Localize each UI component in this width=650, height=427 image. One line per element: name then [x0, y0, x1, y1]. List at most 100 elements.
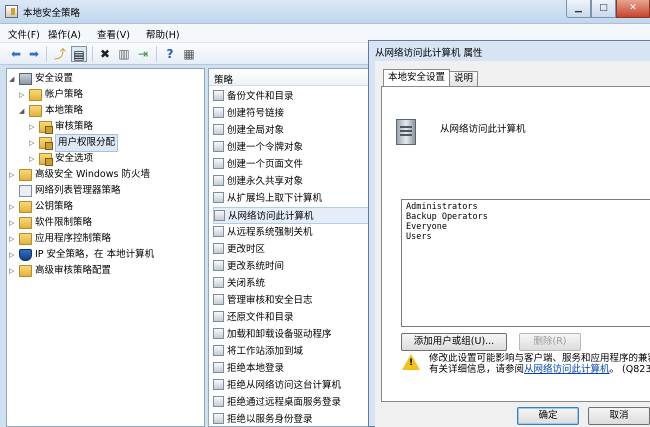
expand-arrow-icon[interactable]: ▷ [9, 247, 18, 263]
collapse-arrow-icon[interactable]: ◢ [9, 71, 18, 87]
list-item[interactable]: 加载和卸载设备驱动程序 [213, 326, 332, 343]
policy-icon [213, 243, 224, 254]
policy-help-link[interactable]: 从网络访问此计算机 [524, 364, 610, 375]
warning-line: 有关详细信息，请参阅从网络访问此计算机。 (Q8236 [429, 364, 650, 375]
list-item-label: 备份文件和目录 [227, 91, 294, 102]
forward-arrow-icon[interactable]: ➡ [26, 46, 42, 62]
policy-icon [213, 124, 224, 135]
folder-icon [29, 105, 42, 117]
policy-icon [213, 260, 224, 271]
expand-arrow-icon[interactable]: ▷ [9, 263, 18, 279]
tree-item-label: 审核策略 [55, 121, 94, 132]
tab-local-security-setting[interactable]: 本地安全设置 [383, 69, 451, 86]
expand-arrow-icon[interactable]: ▷ [9, 199, 18, 215]
list-item-label: 拒绝本地登录 [227, 363, 285, 374]
list-item[interactable]: 还原文件和目录 [213, 309, 294, 326]
minimize-button[interactable]: ▁ [566, 0, 591, 18]
tree-item-label: 公钥策略 [35, 201, 74, 212]
local-security-policy-icon [5, 5, 18, 18]
list-item[interactable]: 将工作站添加到域 [213, 343, 303, 360]
list-item[interactable]: 更改系统时间 [213, 258, 284, 275]
list-item[interactable]: 拒绝以服务身份登录 [213, 411, 313, 427]
maximize-button[interactable]: □ [591, 0, 616, 18]
add-user-button[interactable]: 添加用户或组(U)... [401, 333, 507, 351]
policy-icon [213, 90, 224, 101]
folder-lock-icon [39, 153, 53, 166]
close-button[interactable]: ✕ [616, 0, 650, 18]
list-item-selected[interactable]: 从网络访问此计算机 [213, 207, 373, 224]
list-item[interactable]: 从扩展坞上取下计算机 [213, 190, 322, 207]
expand-arrow-icon[interactable]: ▷ [29, 119, 38, 135]
policy-column-header[interactable]: 策略 [209, 69, 377, 86]
folder-icon [19, 233, 32, 245]
list-item[interactable]: 创建一个页面文件 [213, 156, 303, 173]
list-item-label: 创建全局对象 [227, 125, 285, 136]
policy-icon [213, 396, 224, 407]
list-item[interactable]: 创建全局对象 [213, 122, 284, 139]
warning-text: 修改此设置可能影响与客户端、服务和应用程序的兼容 有关详细信息，请参阅从网络访问… [429, 353, 650, 375]
list-item[interactable]: 更改时区 [213, 241, 265, 258]
list-item[interactable]: 创建永久共享对象 [213, 173, 303, 190]
list-item-label: 更改系统时间 [227, 261, 285, 272]
properties-icon[interactable]: ▥ [116, 46, 132, 62]
back-arrow-icon[interactable]: ⬅ [8, 46, 24, 62]
list-item[interactable]: 创建符号链接 [213, 105, 284, 122]
list-item[interactable]: 备份文件和目录 [213, 88, 294, 105]
tree-item-label: 安全设置 [35, 73, 74, 84]
menu-view[interactable]: 查看(V) [97, 27, 130, 41]
tree-item-label: 安全选项 [55, 153, 94, 164]
expand-arrow-icon[interactable]: ▷ [9, 231, 18, 247]
list-item-label: 加载和卸载设备驱动程序 [227, 329, 332, 340]
expand-arrow-icon[interactable]: ▷ [19, 87, 28, 103]
expand-arrow-icon[interactable]: ▷ [29, 135, 38, 151]
list-item[interactable]: 拒绝从网络访问这台计算机 [213, 377, 341, 394]
menu-action[interactable]: 操作(A) [48, 27, 81, 41]
list-item[interactable]: 从远程系统强制关机 [213, 224, 313, 241]
toolbar-separator [156, 46, 157, 62]
list-item[interactable]: Backup Operators [406, 212, 488, 222]
list-item[interactable]: Everyone [406, 222, 447, 232]
show-tree-icon[interactable]: ▤ [71, 46, 87, 62]
list-item-label: 从远程系统强制关机 [227, 227, 313, 238]
tab-explain[interactable]: 说明 [449, 71, 479, 86]
folder-icon [29, 89, 42, 101]
policy-icon [213, 141, 224, 152]
cancel-button[interactable]: 取消 [588, 407, 650, 425]
folder-icon [19, 201, 32, 213]
list-item[interactable]: Users [406, 232, 432, 242]
collapse-arrow-icon[interactable]: ◢ [19, 103, 28, 119]
remove-button[interactable]: 删除(R) [519, 333, 581, 351]
list-icon [19, 185, 32, 197]
list-item[interactable]: 管理审核和安全日志 [213, 292, 313, 309]
expand-arrow-icon[interactable]: ▷ [29, 151, 38, 167]
expand-arrow-icon[interactable]: ▷ [9, 167, 18, 183]
warning-mark: ! [409, 358, 414, 368]
up-folder-icon[interactable]: ⤴ [52, 46, 68, 62]
list-item[interactable]: Administrators [406, 202, 478, 212]
expand-arrow-icon[interactable]: ▷ [9, 215, 18, 231]
policy-icon [213, 311, 224, 322]
menu-help[interactable]: 帮助(H) [146, 27, 180, 41]
list-item-label: 管理审核和安全日志 [227, 295, 313, 306]
list-item-label: 从网络访问此计算机 [228, 211, 314, 222]
ok-button[interactable]: 确定 [517, 407, 579, 425]
tree-item-label: 本地策略 [45, 105, 84, 116]
action-pane-icon[interactable]: ▦ [181, 46, 197, 62]
export-list-icon[interactable]: ⇥ [135, 46, 151, 62]
policy-icon [213, 294, 224, 305]
policy-icon [213, 107, 224, 118]
properties-dialog: 从网络访问此计算机 属性 本地安全设置 说明 从网络访问此计算机 Adminis… [368, 40, 650, 427]
list-item[interactable]: 拒绝通过远程桌面服务登录 [213, 394, 341, 411]
tree-item-label: 软件限制策略 [35, 217, 93, 228]
user-group-list[interactable]: Administrators Backup Operators Everyone… [401, 199, 650, 327]
delete-icon[interactable]: ✖ [97, 46, 113, 62]
list-item[interactable]: 关闭系统 [213, 275, 265, 292]
tree-item-label: 高级安全 Windows 防火墙 [35, 169, 150, 180]
menu-file[interactable]: 文件(F) [8, 27, 40, 41]
policy-icon [213, 226, 224, 237]
help-icon[interactable]: ? [162, 46, 178, 62]
title-bar[interactable]: 本地安全策略 ▁ □ ✕ [0, 0, 650, 24]
list-item[interactable]: 拒绝本地登录 [213, 360, 284, 377]
list-item[interactable]: 创建一个令牌对象 [213, 139, 303, 156]
list-item-label: 创建一个页面文件 [227, 159, 304, 170]
